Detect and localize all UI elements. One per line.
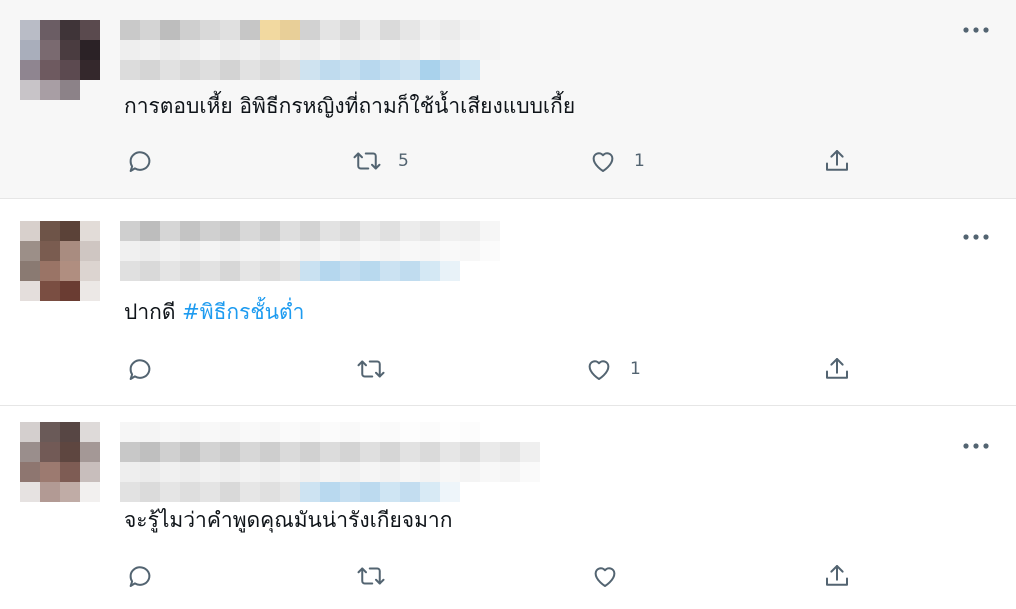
author-handle-blurred bbox=[120, 40, 500, 60]
reply-icon bbox=[125, 146, 155, 176]
reply-icon bbox=[125, 561, 155, 591]
reply-button[interactable] bbox=[125, 559, 155, 593]
tweet-text-body: จะรู้ไมว่าคำพูดคุณมันน่ารังเกียจมาก bbox=[124, 508, 453, 532]
author-name-blurred[interactable] bbox=[120, 221, 500, 241]
like-icon bbox=[584, 354, 614, 384]
like-button[interactable]: 1 bbox=[584, 352, 641, 386]
author-name-blurred[interactable] bbox=[120, 422, 540, 442]
tweet[interactable]: การตอบเหี้ย อิพิธีกรหญิงที่ถามก็ใช้น้ำเส… bbox=[0, 0, 1016, 198]
tweet[interactable]: จะรู้ไมว่าคำพูดคุณมันน่ารังเกียจมาก bbox=[0, 405, 1016, 609]
like-icon bbox=[588, 146, 618, 176]
retweet-icon bbox=[356, 561, 386, 591]
like-count: 1 bbox=[634, 151, 645, 171]
like-button[interactable]: 1 bbox=[588, 144, 645, 178]
reply-button[interactable] bbox=[125, 352, 155, 386]
tweet-text: จะรู้ไมว่าคำพูดคุณมันน่ารังเกียจมาก bbox=[124, 506, 452, 534]
like-button[interactable] bbox=[590, 559, 636, 593]
retweet-button[interactable] bbox=[356, 352, 402, 386]
share-icon bbox=[822, 354, 852, 384]
more-icon[interactable] bbox=[961, 20, 991, 40]
retweet-count: 5 bbox=[398, 151, 409, 171]
retweet-button[interactable]: 5 bbox=[352, 144, 409, 178]
author-handle-blurred bbox=[120, 442, 540, 462]
avatar[interactable] bbox=[20, 221, 100, 301]
tweet-meta-blurred bbox=[120, 60, 500, 80]
like-count: 1 bbox=[630, 359, 641, 379]
tweet-meta-blurred bbox=[120, 482, 540, 502]
share-icon bbox=[822, 146, 852, 176]
avatar[interactable] bbox=[20, 422, 100, 502]
tweet-text-body: ปากดี bbox=[124, 300, 183, 324]
retweet-icon bbox=[356, 354, 386, 384]
hashtag-link[interactable]: #พิธีกรชั้นต่ำ bbox=[182, 300, 304, 324]
reply-icon bbox=[125, 354, 155, 384]
tweet-text-body: การตอบเหี้ย อิพิธีกรหญิงที่ถามก็ใช้น้ำเส… bbox=[124, 94, 576, 118]
author-meta-blurred bbox=[120, 462, 540, 482]
tweet-text: การตอบเหี้ย อิพิธีกรหญิงที่ถามก็ใช้น้ำเส… bbox=[124, 92, 575, 120]
tweet[interactable]: ปากดี #พิธีกรชั้นต่ำ 1 bbox=[0, 198, 1016, 406]
author-name-blurred[interactable] bbox=[120, 20, 500, 40]
share-icon bbox=[822, 561, 852, 591]
action-bar bbox=[0, 559, 1016, 593]
tweet-text: ปากดี #พิธีกรชั้นต่ำ bbox=[124, 298, 304, 326]
retweet-button[interactable] bbox=[356, 559, 402, 593]
like-icon bbox=[590, 561, 620, 591]
avatar[interactable] bbox=[20, 20, 100, 100]
reply-button[interactable] bbox=[125, 144, 155, 178]
share-button[interactable] bbox=[822, 144, 852, 178]
more-icon[interactable] bbox=[961, 436, 991, 456]
retweet-icon bbox=[352, 146, 382, 176]
action-bar: 1 bbox=[0, 352, 1016, 386]
tweet-meta-blurred bbox=[120, 261, 500, 281]
share-button[interactable] bbox=[822, 352, 852, 386]
action-bar: 5 1 bbox=[0, 144, 1016, 178]
share-button[interactable] bbox=[822, 559, 852, 593]
author-handle-blurred bbox=[120, 241, 500, 261]
more-icon[interactable] bbox=[961, 227, 991, 247]
